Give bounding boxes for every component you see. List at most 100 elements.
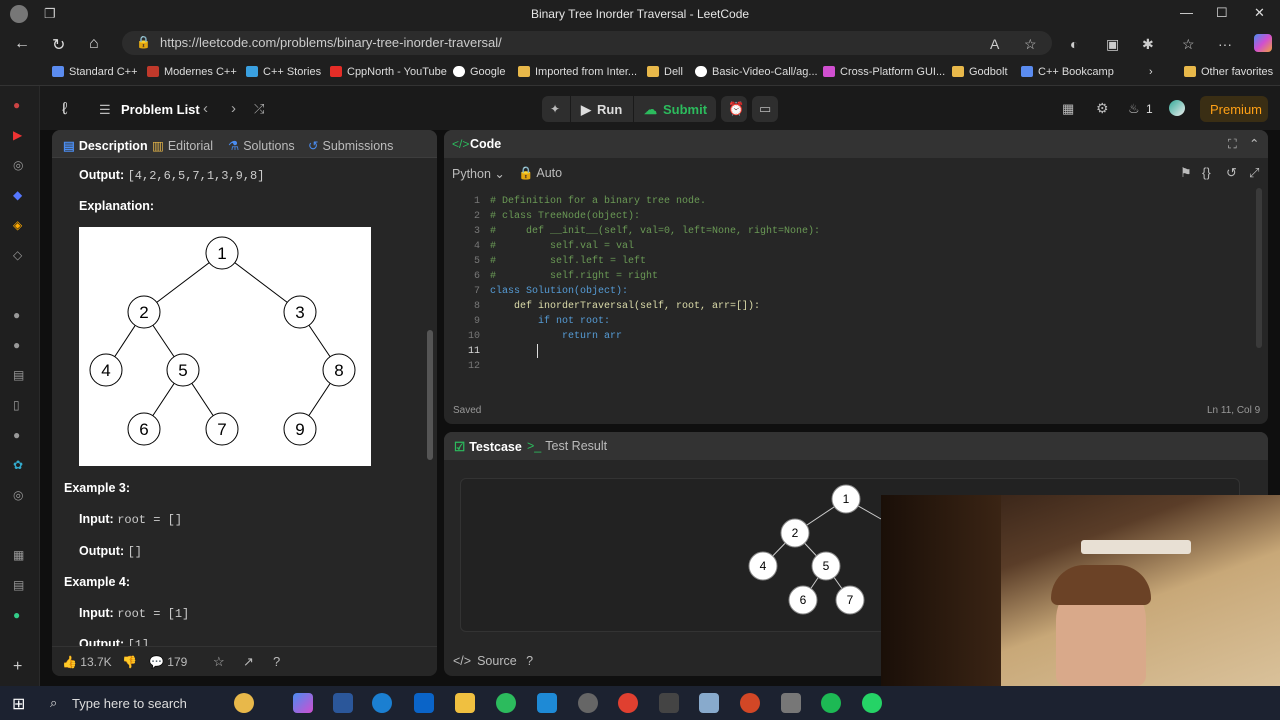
auto-toggle[interactable]: 🔒 Auto [518,166,562,181]
app-icon[interactable] [699,693,719,713]
fav-standard-cpp[interactable]: Standard C++ [52,66,138,78]
tab-test-result[interactable]: >_ Test Result [527,439,607,453]
run-button[interactable]: ▶ Run [571,96,633,122]
fav-dell[interactable]: Dell [647,66,683,78]
user-avatar[interactable] [1169,100,1185,116]
shuffle-icon[interactable]: ⤮ [254,101,264,117]
sidebar-app-icon[interactable]: ▦ [13,548,24,562]
file-explorer-icon[interactable] [455,693,475,713]
settings-gear-icon[interactable] [781,693,801,713]
leetcode-icon[interactable]: ◈ [13,218,22,232]
sidebar-app-icon[interactable]: ◆ [13,188,22,202]
home-icon[interactable]: ⌂ [89,35,99,53]
store-icon[interactable] [414,693,434,713]
submit-button[interactable]: ☁ Submit [634,96,716,122]
powerpoint-icon[interactable] [740,693,760,713]
taskbar-search[interactable]: ⌕ Type here to search [40,689,220,717]
app-icon[interactable] [578,693,598,713]
chrome-icon[interactable] [618,693,638,713]
back-icon[interactable]: ← [14,35,30,53]
fav-other[interactable]: Other favorites [1184,66,1273,78]
like-button[interactable]: 👍 13.7K [62,655,112,669]
fav-cpp-bookcamp[interactable]: C++ Bookcamp [1021,66,1114,78]
close-icon[interactable]: ✕ [1254,5,1265,21]
settings-gear-icon[interactable]: ⚙ [1096,100,1109,117]
leetcode-logo-icon[interactable]: ℓ [62,99,68,119]
maximize-icon[interactable]: ☐ [1216,5,1228,21]
sidebar-app-icon[interactable]: ● [13,98,20,112]
fav-modernes-cpp[interactable]: Modernes C++ [147,66,237,78]
tab-testcase[interactable]: ☑ Testcase [454,439,522,454]
sidebar-app-icon[interactable]: ◇ [13,248,22,262]
fav-cross-platform[interactable]: Cross-Platform GUI... [823,66,945,78]
tab-editorial[interactable]: ▥ Editorial [152,138,213,153]
reset-icon[interactable]: ↺ [1226,165,1237,181]
search-highlight-icon[interactable] [234,693,254,713]
fullscreen-icon[interactable]: ⛶ [1228,137,1237,152]
dislike-icon[interactable]: 👎 [122,655,137,669]
github-icon[interactable]: ● [13,428,20,442]
sidebar-app-icon[interactable]: ◎ [13,158,23,172]
minimize-icon[interactable]: — [1180,5,1193,20]
language-select[interactable]: Python ⌄ [452,166,505,181]
sidebar-app-icon[interactable]: ● [13,608,20,622]
description-scrollbar[interactable] [427,330,433,460]
favorite-star-icon[interactable]: ☆ [1024,36,1037,53]
more-icon[interactable]: ··· [1218,36,1232,52]
split-screen-icon[interactable]: ▣ [1106,36,1119,53]
share-icon[interactable]: ↗ [243,654,254,670]
tab-submissions[interactable]: ↺ Submissions [308,138,393,153]
editor-scrollbar[interactable] [1256,188,1262,348]
chevron-right-icon[interactable]: › [1149,66,1153,78]
document-icon[interactable]: ▯ [13,398,20,412]
problem-list-link[interactable]: Problem List [121,102,200,117]
fav-cppnorth[interactable]: CppNorth - YouTube [330,66,447,78]
collapse-icon[interactable]: ⌃ [1249,136,1259,151]
fav-imported[interactable]: Imported from Inter... [518,66,637,78]
whatsapp-icon[interactable] [862,693,882,713]
add-icon[interactable]: + [13,658,22,676]
url-bar[interactable]: 🔒 https://leetcode.com/problems/binary-t… [122,31,1052,55]
debug-button[interactable]: ✦ [542,96,570,122]
extension-icon[interactable]: ◐ [1070,36,1078,52]
help-icon[interactable]: ? [273,654,280,669]
comments-button[interactable]: 💬 179 [149,655,187,669]
extensions-icon[interactable]: ✱ [1142,36,1154,53]
copilot-taskbar-icon[interactable] [293,693,313,713]
copilot-icon[interactable] [1254,34,1272,52]
expand-icon[interactable]: ⤢ [1249,165,1259,181]
edge-icon[interactable] [372,693,392,713]
app-icon[interactable] [659,693,679,713]
timer-button[interactable]: ⏰ [721,96,747,122]
fav-google[interactable]: Google [453,66,505,78]
notes-button[interactable]: ▭ [752,96,778,122]
word-icon[interactable] [333,693,353,713]
sidebar-app-icon[interactable]: ▤ [13,368,24,382]
github-icon[interactable]: ● [13,308,20,322]
favorites-icon[interactable]: ☆ [1182,36,1195,53]
sidebar-app-icon[interactable]: ◎ [13,488,23,502]
source-link[interactable]: </> Source ? [453,654,533,668]
star-icon[interactable]: ☆ [213,654,225,670]
fav-godbolt[interactable]: Godbolt [952,66,1008,78]
app-icon[interactable] [496,693,516,713]
bookmark-icon[interactable]: ⚑ [1180,165,1192,181]
premium-button[interactable]: Premium [1200,96,1268,122]
fav-basic-video-call[interactable]: Basic-Video-Call/ag... [695,66,818,78]
next-problem-icon[interactable]: › [231,100,236,117]
code-editor[interactable]: 1 2 3 4 5 6 7 8 9 10 11 12 # Definition … [444,188,1268,388]
format-braces-icon[interactable]: {} [1202,165,1211,180]
layout-grid-icon[interactable]: ▦ [1062,101,1074,117]
sidebar-app-icon[interactable]: ▤ [13,578,24,592]
spotify-icon[interactable] [821,693,841,713]
prev-problem-icon[interactable]: ‹ [203,100,208,117]
windows-start-icon[interactable]: ⊞ [12,694,25,714]
youtube-icon[interactable]: ▶ [13,128,22,142]
fav-cpp-stories[interactable]: C++ Stories [246,66,321,78]
sidebar-app-icon[interactable]: ✿ [13,458,23,472]
github-icon[interactable]: ● [13,338,20,352]
read-aloud-icon[interactable]: A [990,36,999,52]
vscode-icon[interactable] [537,693,557,713]
tab-description[interactable]: ▤ Description [63,138,148,153]
tab-solutions[interactable]: ⚗ Solutions [228,138,295,153]
